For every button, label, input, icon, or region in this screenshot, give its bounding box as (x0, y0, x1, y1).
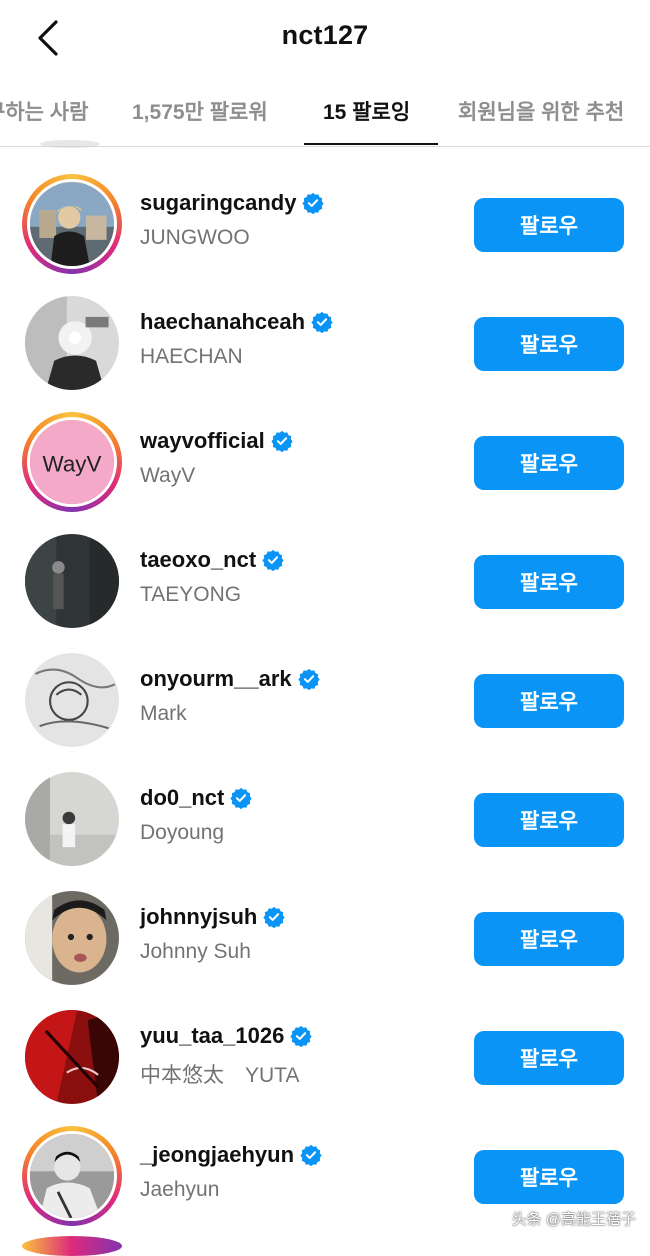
top-bar: nct127 (0, 0, 650, 78)
verified-badge-icon (302, 192, 325, 214)
follow-button[interactable]: 팔로우 (474, 1031, 624, 1085)
list-item[interactable]: onyourm__ark Mark 팔로우 (0, 644, 650, 754)
username[interactable]: taeoxo_nct (140, 547, 284, 573)
verified-badge-icon (290, 1025, 312, 1047)
avatar (25, 772, 119, 866)
full-name: JUNGWOO (140, 226, 250, 249)
follow-button[interactable]: 팔로우 (474, 674, 624, 728)
follow-button[interactable]: 팔로우 (474, 436, 624, 490)
list-item[interactable]: taeoxo_nct TAEYONG 팔로우 (0, 525, 650, 635)
avatar (27, 179, 117, 269)
full-name: 中本悠太 YUTA (140, 1064, 300, 1087)
full-name: Mark (140, 702, 187, 725)
avatar (27, 1131, 117, 1221)
list-edge-shadow (40, 140, 100, 148)
list-item[interactable]: sugaringcandy JUNGWOO 팔로우 (0, 168, 650, 278)
tab-suggested[interactable]: 회원님을 위한 추천 (458, 96, 624, 126)
avatar (25, 534, 119, 628)
username[interactable]: johnnyjsuh (140, 904, 285, 930)
avatar-container[interactable] (22, 769, 122, 869)
avatar-container[interactable] (22, 650, 122, 750)
full-name: Johnny Suh (140, 940, 251, 963)
verified-badge-icon (271, 430, 293, 452)
avatar (25, 296, 119, 390)
full-name: HAECHAN (140, 345, 243, 368)
username[interactable]: onyourm__ark (140, 666, 320, 692)
follow-button[interactable]: 팔로우 (474, 793, 624, 847)
page-title: nct127 (281, 20, 369, 50)
full-name: TAEYONG (140, 583, 242, 606)
list-item[interactable]: do0_nct Doyoung 팔로우 (0, 763, 650, 873)
list-item[interactable]: haechanahceah HAECHAN 팔로우 (0, 287, 650, 397)
verified-badge-icon (297, 668, 320, 690)
verified-badge-icon (263, 906, 285, 928)
follow-button[interactable]: 팔로우 (474, 1150, 624, 1204)
follow-button[interactable]: 팔로우 (474, 912, 624, 966)
username[interactable]: haechanahceah (140, 309, 333, 335)
list-item[interactable]: WayV wayvofficial WayV 팔로우 (0, 406, 650, 516)
tab-followers[interactable]: 1,575만 팔로워 (132, 96, 268, 126)
avatar (25, 1010, 119, 1104)
list-item[interactable]: johnnyjsuh Johnny Suh 팔로우 (0, 882, 650, 992)
avatar-container[interactable] (22, 531, 122, 631)
next-story-ring-partial (22, 1236, 122, 1256)
username[interactable]: sugaringcandy (140, 190, 325, 216)
avatar-container[interactable] (22, 1007, 122, 1107)
full-name: Jaehyun (140, 1178, 220, 1201)
avatar-container[interactable] (22, 888, 122, 988)
avatar: WayV (27, 417, 117, 507)
follow-button[interactable]: 팔로우 (474, 198, 624, 252)
verified-badge-icon (311, 311, 333, 333)
username[interactable]: _jeongjaehyun (140, 1142, 322, 1168)
story-ring[interactable] (22, 1126, 122, 1226)
username[interactable]: do0_nct (140, 785, 252, 811)
username[interactable]: wayvofficial (140, 428, 293, 454)
avatar (25, 653, 119, 747)
avatar (25, 891, 119, 985)
list-item[interactable]: yuu_taa_1026 中本悠太 YUTA 팔로우 (0, 1001, 650, 1111)
story-ring[interactable] (22, 174, 122, 274)
follow-button[interactable]: 팔로우 (474, 555, 624, 609)
story-ring[interactable]: WayV (22, 412, 122, 512)
username[interactable]: yuu_taa_1026 (140, 1023, 312, 1049)
active-tab-indicator (304, 143, 438, 145)
tab-bar: 구하는 사람 1,575만 팔로워 15 팔로잉 회원님을 위한 추천 (0, 78, 650, 147)
tab-mutual[interactable]: 구하는 사람 (0, 96, 88, 126)
tab-following[interactable]: 15 팔로잉 (323, 96, 410, 126)
full-name: Doyoung (140, 821, 225, 844)
verified-badge-icon (300, 1144, 322, 1166)
wayv-logo-text: WayV (43, 451, 102, 476)
verified-badge-icon (230, 787, 252, 809)
follow-button[interactable]: 팔로우 (474, 317, 624, 371)
verified-badge-icon (262, 549, 284, 571)
full-name: WayV (140, 464, 196, 487)
watermark: 头条 @高能王蓓子 (511, 1211, 636, 1228)
avatar-container[interactable] (22, 293, 122, 393)
